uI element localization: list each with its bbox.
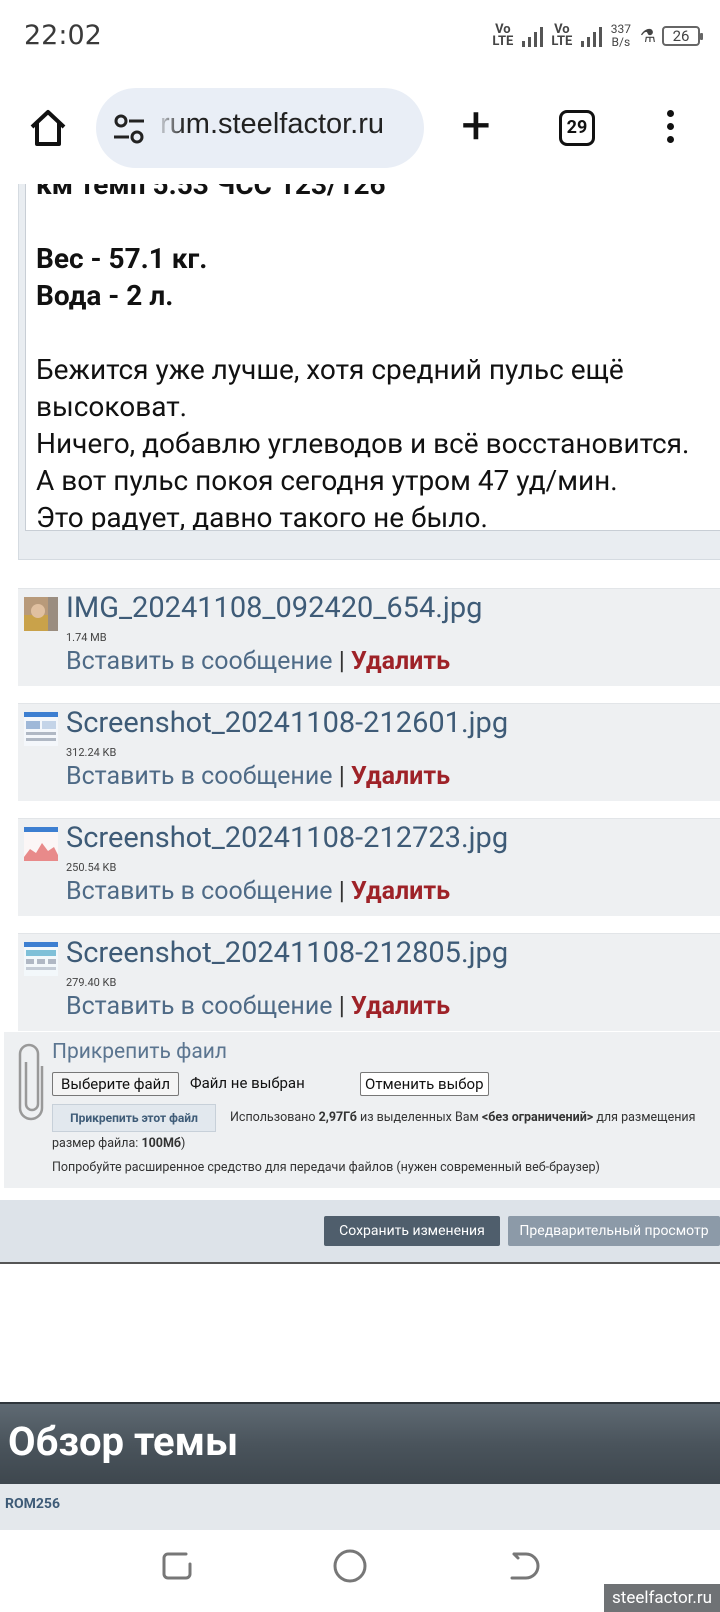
page-content: км темп 5.53 ЧСС 123/126 Вес - 57.1 кг. Во… <box>0 184 720 1530</box>
form-buttons: Сохранить изменения Предварительный прос… <box>0 1200 720 1264</box>
recents-icon[interactable] <box>158 1546 198 1586</box>
topic-overview-header: Обзор темы <box>0 1402 720 1484</box>
insert-link[interactable]: Вставить в сообщение <box>66 877 333 906</box>
net-speed: 337 B/s <box>610 22 631 49</box>
attach-file-button[interactable]: Прикрепить этот файл <box>52 1104 216 1132</box>
attachment-size: 1.74 MB <box>66 631 107 644</box>
attachment-item: Screenshot_20241108-212723.jpg 250.54 KB… <box>18 818 720 916</box>
attachment-item: IMG_20241108_092420_654.jpg 1.74 MB Вста… <box>18 588 720 686</box>
upload-title: Прикрепить фаил <box>52 1040 228 1064</box>
home-nav-icon[interactable] <box>330 1546 370 1586</box>
insert-link[interactable]: Вставить в сообщение <box>66 992 333 1021</box>
insert-link[interactable]: Вставить в сообщение <box>66 647 333 676</box>
overview-post-row: ROM256 <box>0 1484 720 1530</box>
separator: | <box>338 992 345 1021</box>
separator: | <box>338 877 345 906</box>
attachment-size: 250.54 KB <box>66 861 117 874</box>
editor-line: А вот пульс покоя сегодня утром 47 уд/ми… <box>36 464 618 497</box>
editor-line: Вода - 2 л. <box>36 279 174 312</box>
attachment-filename[interactable]: IMG_20241108_092420_654.jpg <box>66 591 482 625</box>
flask-icon: ⚗ <box>639 25 656 47</box>
max-size-text: размер файла: 100Мб) <box>52 1136 186 1151</box>
editor-line: Бежится уже лучше, хотя средний пульс ещ… <box>36 353 624 386</box>
status-bar: 22:02 Vo LTE Vo LTE 337 B/s ⚗ 26 <box>0 0 720 76</box>
home-icon[interactable] <box>26 106 70 150</box>
watermark: steelfactor.ru <box>604 1584 720 1612</box>
tab-switcher-button[interactable]: 29 <box>559 110 595 146</box>
browser-toolbar: rum.steelfactor.ru + 29 <box>0 76 720 184</box>
volte-2-icon: Vo LTE <box>551 22 573 49</box>
message-editor[interactable]: км темп 5.53 ЧСС 123/126 Вес - 57.1 кг. Во… <box>25 184 720 531</box>
attachment-thumbnail <box>24 827 58 861</box>
cancel-selection-button[interactable]: Отменить выбор <box>360 1072 489 1096</box>
attachment-thumbnail <box>24 712 58 746</box>
insert-link[interactable]: Вставить в сообщение <box>66 762 333 791</box>
no-file-label: Файл не выбран <box>190 1074 305 1092</box>
editor-line: км темп 5.53 ЧСС 123/126 <box>36 184 386 201</box>
paperclip-icon <box>18 1043 44 1121</box>
delete-link[interactable]: Удалить <box>351 877 450 906</box>
attachment-filename[interactable]: Screenshot_20241108-212723.jpg <box>66 821 508 855</box>
attachment-item: Screenshot_20241108-212601.jpg 312.24 KB… <box>18 703 720 801</box>
advanced-uploader-hint[interactable]: Попробуйте расширенное средство для пере… <box>52 1160 600 1175</box>
attachment-item: Screenshot_20241108-212805.jpg 279.40 KB… <box>18 933 720 1031</box>
separator: | <box>338 762 345 791</box>
status-time: 22:02 <box>24 20 102 51</box>
overview-title: Обзор темы <box>8 1418 239 1465</box>
editor-line: Это радует, давно такого не было. <box>36 501 488 531</box>
signal-2-icon <box>580 25 602 47</box>
attachment-size: 312.24 KB <box>66 746 117 759</box>
attachment-thumbnail <box>24 942 58 976</box>
site-settings-icon[interactable] <box>112 112 146 146</box>
url-text: rum.steelfactor.ru <box>160 108 385 140</box>
editor-line: высоковат. <box>36 390 188 423</box>
post-author[interactable]: ROM256 <box>5 1496 60 1512</box>
attachment-thumbnail <box>24 597 58 631</box>
editor-line: Ничего, добавлю углеводов и всё восстано… <box>36 427 690 460</box>
attachment-filename[interactable]: Screenshot_20241108-212805.jpg <box>66 936 508 970</box>
attachment-size: 279.40 KB <box>66 976 117 989</box>
back-icon[interactable] <box>504 1546 544 1586</box>
preview-button[interactable]: Предварительный просмотр <box>508 1216 720 1246</box>
address-bar[interactable]: rum.steelfactor.ru <box>96 88 424 168</box>
quota-text: Использовано 2,97Гб из выделенных Вам <б… <box>230 1110 696 1125</box>
url-fade <box>156 102 184 152</box>
choose-file-button[interactable]: Выберите файл <box>52 1072 179 1096</box>
battery-icon: 26 <box>662 26 703 46</box>
system-nav-bar: steelfactor.ru <box>0 1530 720 1612</box>
more-menu-icon[interactable] <box>660 106 680 150</box>
signal-1-icon <box>521 25 543 47</box>
status-icons: Vo LTE Vo LTE 337 B/s ⚗ 26 <box>490 20 703 52</box>
editor-container: км темп 5.53 ЧСС 123/126 Вес - 57.1 кг. Во… <box>18 184 720 560</box>
save-changes-button[interactable]: Сохранить изменения <box>324 1216 500 1246</box>
delete-link[interactable]: Удалить <box>351 762 450 791</box>
file-upload-panel: Прикрепить фаил Выберите файл Файл не вы… <box>4 1032 720 1188</box>
new-tab-icon[interactable]: + <box>454 100 498 152</box>
editor-line: Вес - 57.1 кг. <box>36 242 208 275</box>
attachment-filename[interactable]: Screenshot_20241108-212601.jpg <box>66 706 508 740</box>
delete-link[interactable]: Удалить <box>351 647 450 676</box>
volte-1-icon: Vo LTE <box>492 22 514 49</box>
separator: | <box>338 647 345 676</box>
delete-link[interactable]: Удалить <box>351 992 450 1021</box>
